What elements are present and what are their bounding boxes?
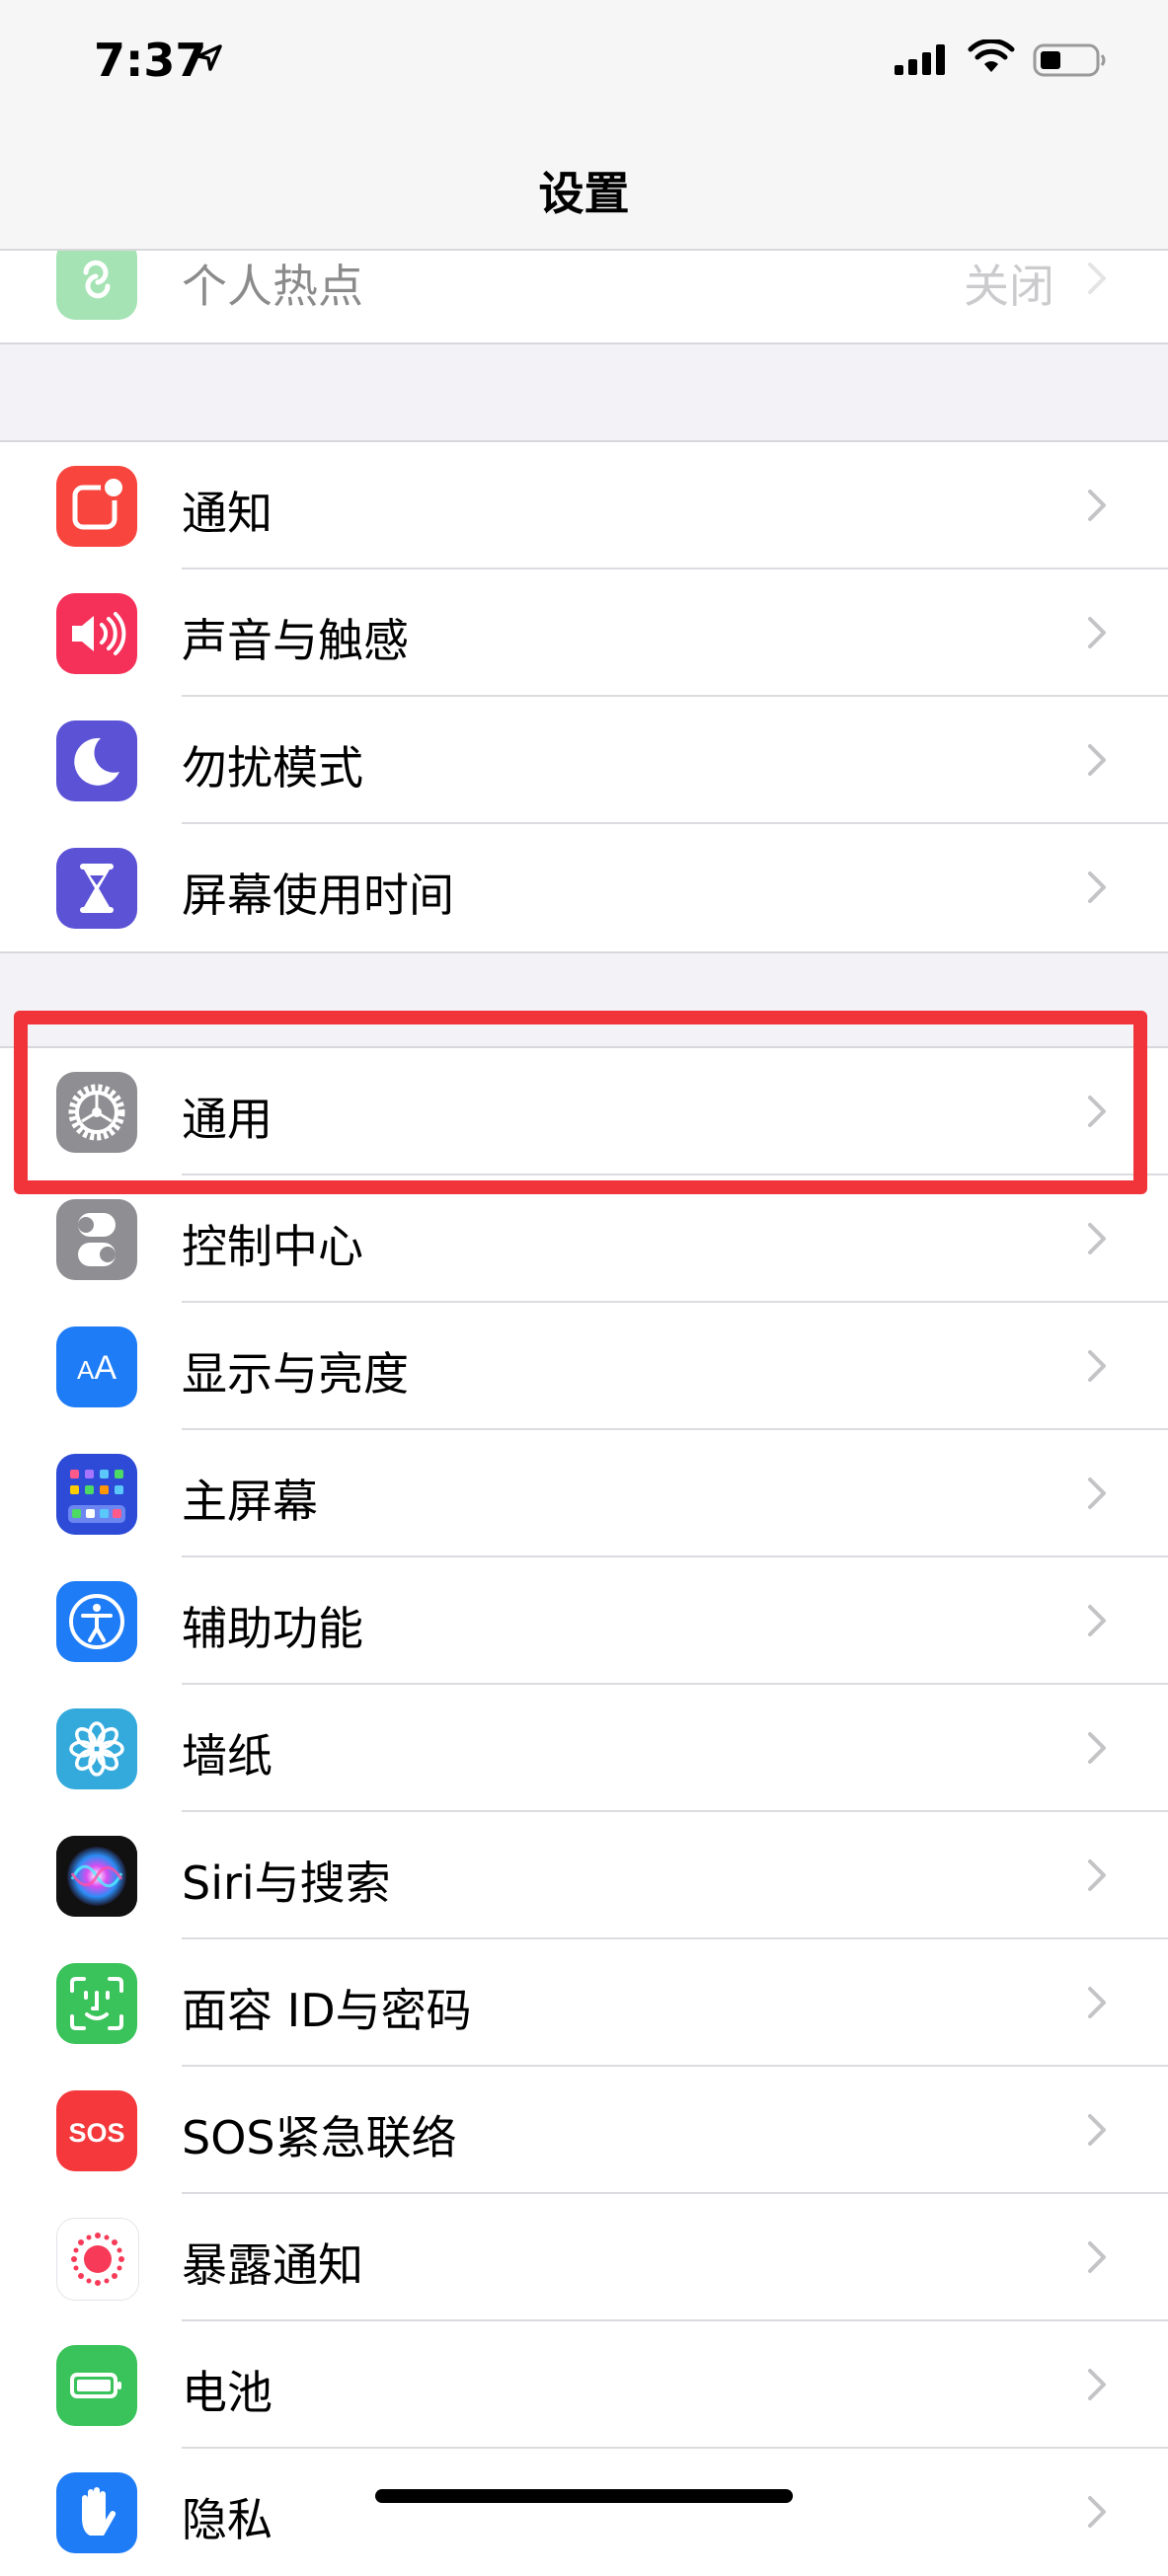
home-grid-icon [56, 1454, 137, 1535]
row-label: 个人热点 [182, 260, 363, 313]
chevron-right-icon [1088, 1223, 1106, 1254]
status-time: 7:37 [94, 34, 207, 87]
row-screen-time[interactable]: 屏幕使用时间 [0, 824, 1168, 951]
row-value: 关闭 [964, 260, 1054, 313]
row-sos[interactable]: SOS SOS紧急联络 [0, 2067, 1168, 2194]
row-label: 屏幕使用时间 [182, 869, 454, 922]
row-battery[interactable]: 电池 [0, 2321, 1168, 2449]
group-general: 通用 控制中心 AA 显示与亮度 主屏幕 辅助功能 墙纸 Siri与搜索 面容 … [0, 1046, 1168, 2576]
chevron-right-icon [1088, 490, 1106, 521]
chevron-right-icon [1088, 1350, 1106, 1382]
row-label: 电池 [182, 2366, 273, 2419]
chevron-right-icon [1088, 1477, 1106, 1509]
accessibility-icon [56, 1581, 137, 1662]
row-home-screen[interactable]: 主屏幕 [0, 1430, 1168, 1557]
row-accessibility[interactable]: 辅助功能 [0, 1557, 1168, 1685]
chevron-right-icon [1088, 617, 1106, 648]
chevron-right-icon [1088, 2496, 1106, 2528]
row-label: 通知 [182, 487, 273, 540]
flower-icon [56, 1708, 137, 1789]
location-arrow-icon [196, 44, 222, 71]
svg-text:AA: AA [77, 1349, 117, 1387]
row-label: 辅助功能 [182, 1602, 363, 1655]
row-label: 墙纸 [182, 1729, 273, 1782]
toggles-icon [56, 1199, 137, 1280]
row-do-not-disturb[interactable]: 勿扰模式 [0, 697, 1168, 824]
sos-icon: SOS [56, 2090, 137, 2171]
sos-icon-text: SOS [68, 2118, 124, 2148]
row-label: 通用 [182, 1093, 273, 1146]
row-label: 勿扰模式 [182, 741, 363, 795]
navigation-bar: 设置 [0, 128, 1168, 251]
hourglass-icon [56, 848, 137, 929]
row-label: 显示与亮度 [182, 1347, 409, 1401]
chevron-right-icon [1088, 1096, 1106, 1127]
settings-list[interactable]: 个人热点 关闭 通知 声音与触感 勿扰模式 屏幕使用时间 通用 控制中心 AA … [0, 0, 1168, 2576]
group-notifications: 通知 声音与触感 勿扰模式 屏幕使用时间 [0, 440, 1168, 953]
row-label: 控制中心 [182, 1220, 363, 1273]
row-label: 暴露通知 [182, 2238, 363, 2292]
chevron-right-icon [1088, 1987, 1106, 2018]
row-general[interactable]: 通用 [0, 1048, 1168, 1175]
text-size-icon: AA [56, 1326, 137, 1407]
chevron-right-icon [1088, 744, 1106, 776]
row-sounds[interactable]: 声音与触感 [0, 569, 1168, 697]
row-label: 面容 ID与密码 [182, 1984, 472, 2037]
row-label: SOS紧急联络 [182, 2111, 457, 2164]
status-bar: 7:37 [0, 0, 1168, 128]
chevron-right-icon [1088, 2114, 1106, 2146]
notifications-icon [56, 466, 137, 547]
row-control-center[interactable]: 控制中心 [0, 1175, 1168, 1303]
row-label: 隐私 [182, 2493, 273, 2546]
row-notifications[interactable]: 通知 [0, 442, 1168, 569]
chevron-right-icon [1088, 2241, 1106, 2273]
gear-icon [56, 1072, 137, 1153]
row-privacy[interactable]: 隐私 [0, 2449, 1168, 2576]
chevron-right-icon [1088, 871, 1106, 903]
chevron-right-icon [1088, 1605, 1106, 1636]
hand-icon [56, 2472, 137, 2553]
row-display[interactable]: AA 显示与亮度 [0, 1303, 1168, 1430]
chevron-right-icon [1088, 263, 1106, 294]
row-face-id[interactable]: 面容 ID与密码 [0, 1939, 1168, 2067]
battery-icon [56, 2345, 137, 2426]
battery-status-icon [1033, 43, 1106, 77]
cellular-signal-icon [895, 44, 945, 75]
chevron-right-icon [1088, 1859, 1106, 1891]
speaker-icon [56, 593, 137, 674]
row-label: 声音与触感 [182, 614, 409, 667]
row-exposure-notifications[interactable]: 暴露通知 [0, 2194, 1168, 2321]
moon-icon [56, 720, 137, 801]
row-siri[interactable]: Siri与搜索 [0, 1812, 1168, 1939]
hotspot-icon [56, 239, 137, 320]
page-title: 设置 [538, 167, 630, 220]
chevron-right-icon [1088, 1732, 1106, 1764]
home-indicator[interactable] [375, 2489, 793, 2503]
row-label: 主屏幕 [182, 1475, 318, 1528]
face-id-icon [56, 1963, 137, 2044]
row-wallpaper[interactable]: 墙纸 [0, 1685, 1168, 1812]
siri-icon [56, 1836, 137, 1917]
exposure-icon [56, 2218, 139, 2301]
wifi-icon [968, 39, 1015, 72]
chevron-right-icon [1088, 2369, 1106, 2400]
row-label: Siri与搜索 [182, 1856, 391, 1910]
